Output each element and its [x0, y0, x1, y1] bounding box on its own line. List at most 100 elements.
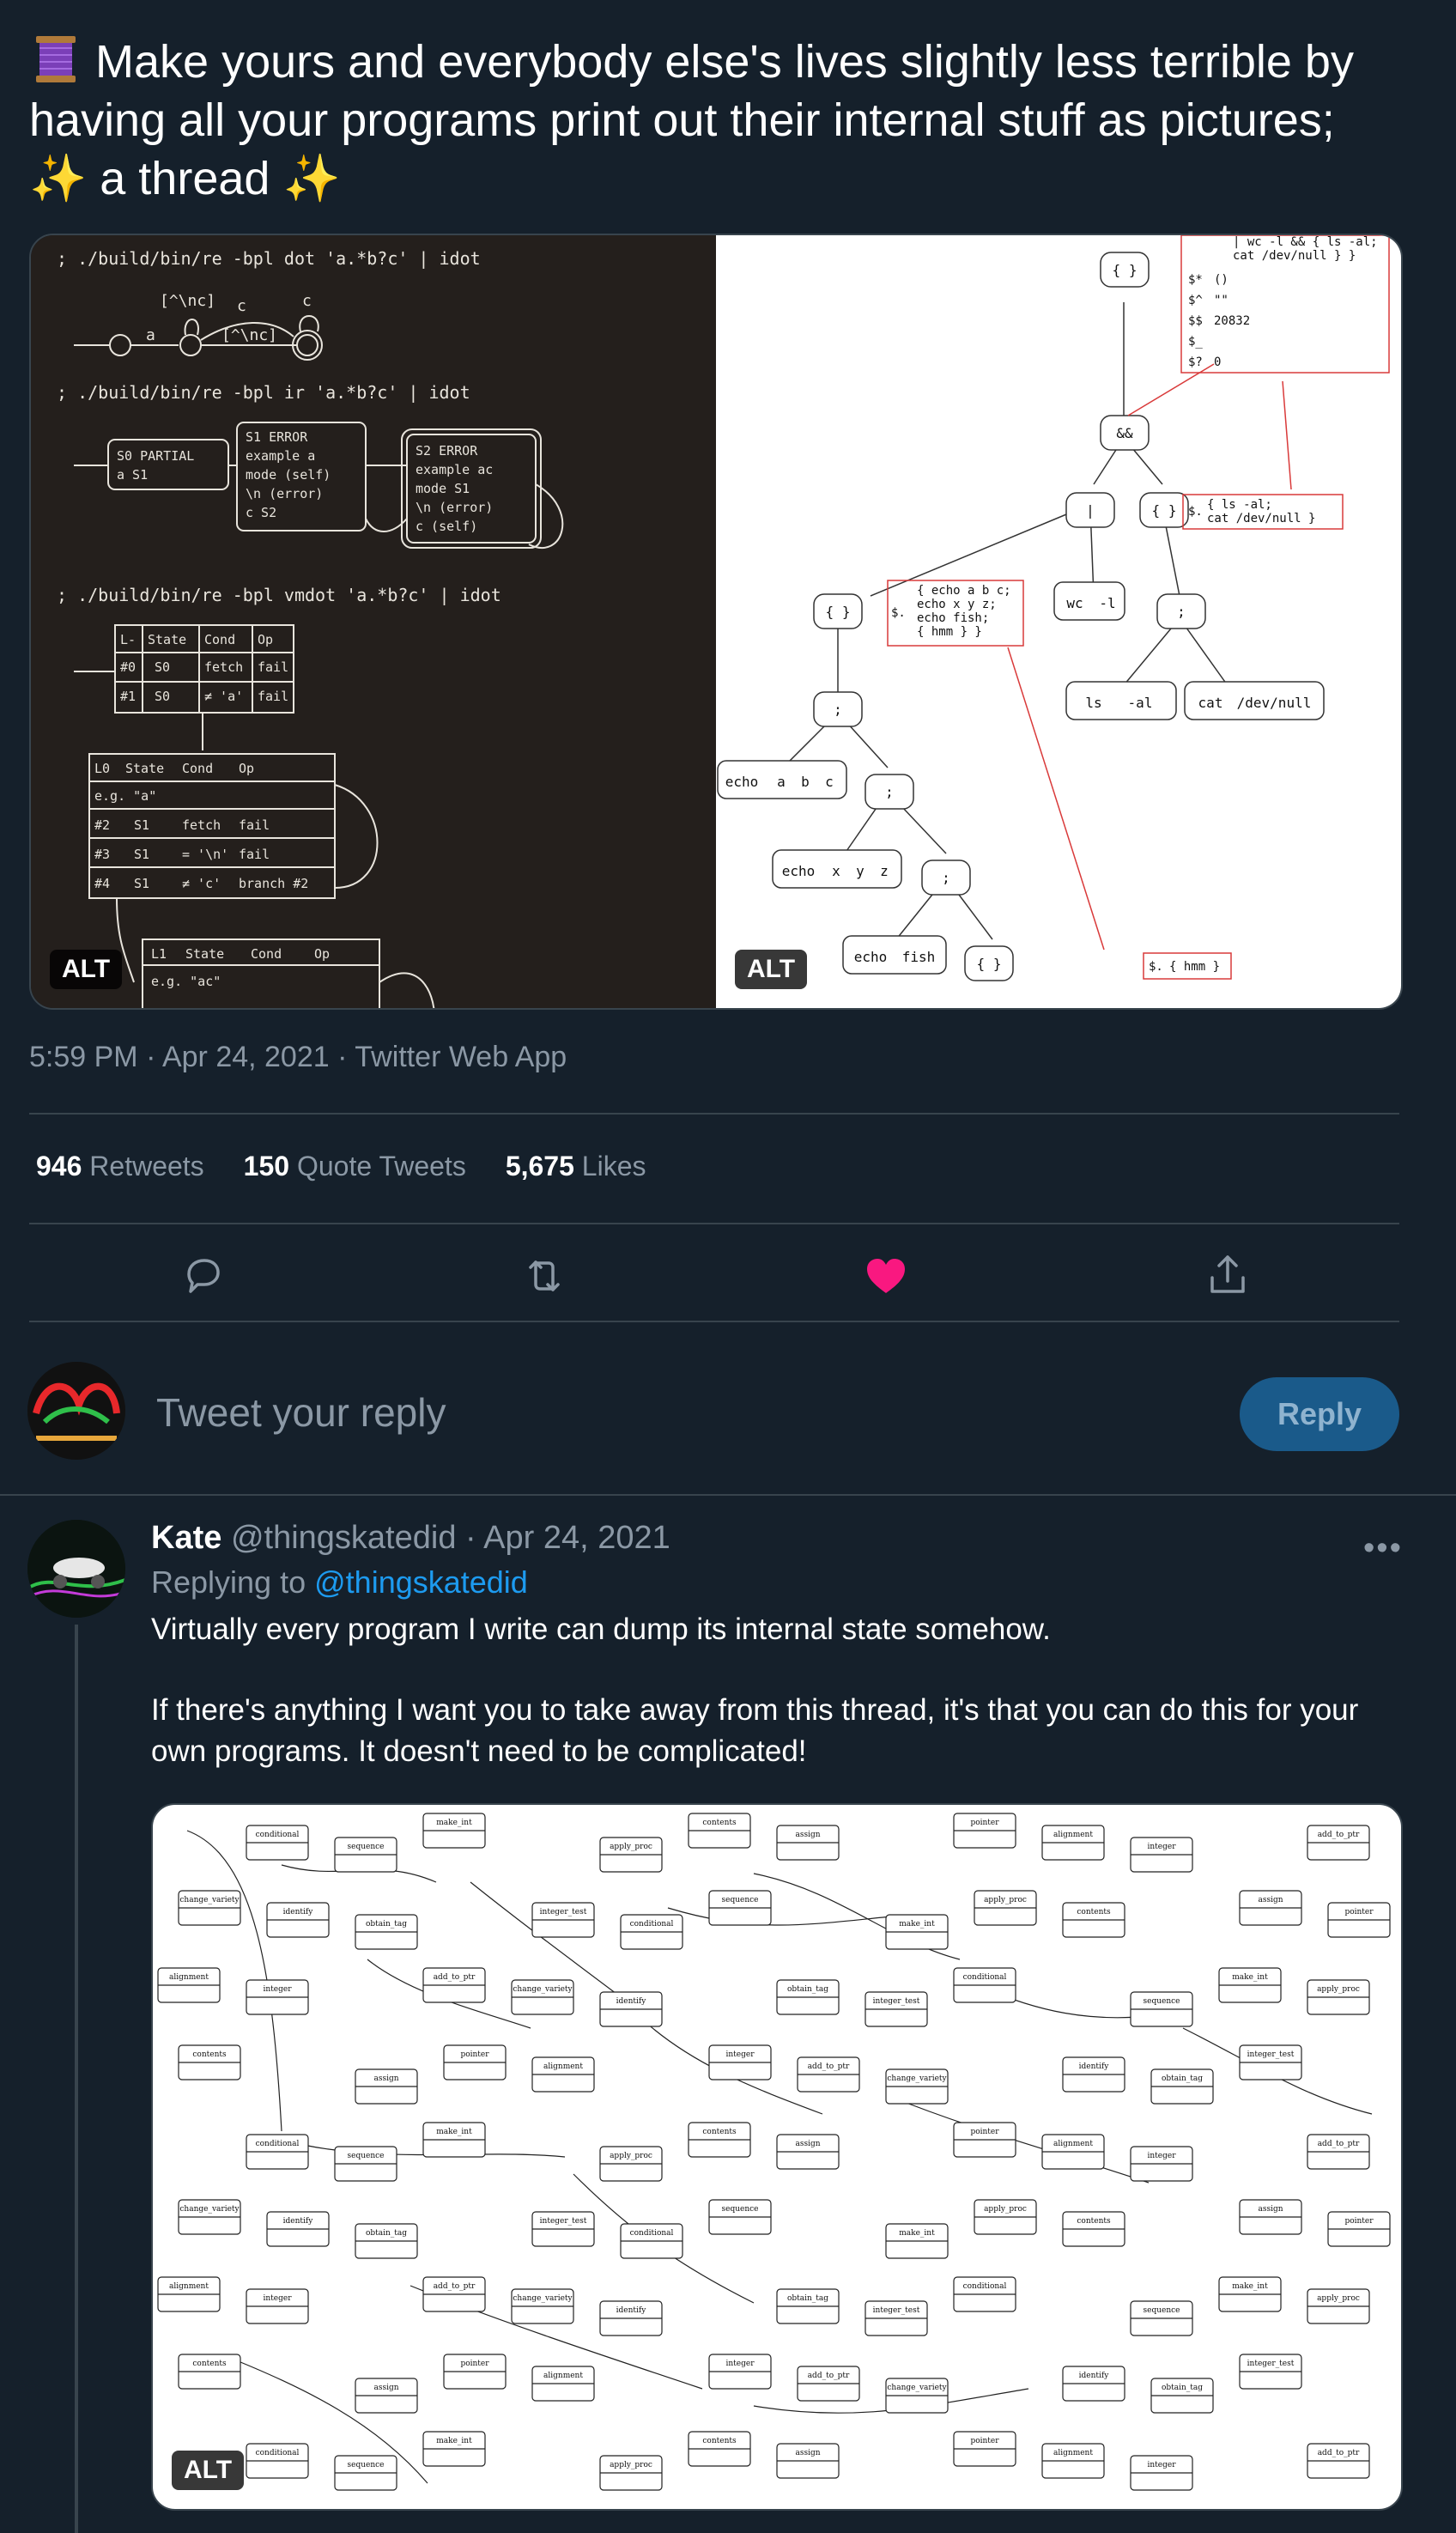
- graph-node-label: identify: [616, 2306, 647, 2315]
- graph-node-label: integer: [1147, 2152, 1176, 2160]
- divider: [29, 1113, 1399, 1115]
- replying-handle[interactable]: @thingskatedid: [314, 1564, 528, 1600]
- more-options-icon[interactable]: •••: [1363, 1530, 1403, 1567]
- retweets-label: Retweets: [89, 1151, 204, 1181]
- vm2-cell: #4: [94, 876, 110, 891]
- ast-node: ;: [885, 784, 894, 800]
- vm2-cell: branch #2: [239, 876, 308, 891]
- graph-node-label: change_variety: [887, 2074, 947, 2083]
- hmm-text: { hmm }: [1169, 960, 1220, 974]
- ast-node: ;: [834, 702, 842, 718]
- vm3-example: e.g. "ac": [151, 974, 221, 989]
- vm3-header: L1: [151, 946, 167, 962]
- dfa-label: c: [237, 297, 246, 315]
- reply-media[interactable]: conditional sequence make_int apply_proccon…: [151, 1803, 1403, 2511]
- graph-node-label: alignment: [169, 1973, 209, 1982]
- graph-node-label: pointer: [970, 1819, 999, 1827]
- likes-stat[interactable]: 5,675 Likes: [506, 1151, 646, 1182]
- graph-node-label: apply_proc: [610, 1843, 652, 1851]
- vm3-header: Op: [314, 946, 330, 962]
- vm2-cell: S1: [134, 847, 149, 862]
- retweets-stat[interactable]: 946 Retweets: [36, 1151, 204, 1182]
- graph-node-label: make_int: [436, 1819, 472, 1827]
- replying-to: Replying to @thingskatedid: [151, 1564, 528, 1601]
- vm2-cell: fail: [239, 847, 270, 862]
- var-name: $^: [1188, 294, 1203, 307]
- leaf-label: a: [777, 774, 786, 790]
- ir-s0-line: a S1: [117, 467, 148, 483]
- graph-node-label: sequence: [722, 1896, 759, 1904]
- graph-node-label: integer_test: [540, 1908, 587, 1916]
- leaf-label: echo: [782, 863, 816, 879]
- graph-node-label: make_int: [899, 1920, 935, 1929]
- graph-node-label: change_variety: [513, 2294, 573, 2303]
- media-image-right[interactable]: { } && | { } { } ; ; ; ; { } wc -l ls -a…: [716, 235, 1401, 1008]
- dfa-label: c: [302, 292, 312, 310]
- dollar-label: $.: [1188, 505, 1203, 519]
- graph-node-label: obtain_tag: [787, 1985, 828, 1994]
- graph-node-label: obtain_tag: [787, 2294, 828, 2303]
- graph-node-label: conditional: [630, 1920, 674, 1929]
- graph-node-label: make_int: [899, 2229, 935, 2238]
- ir-s2-line: \n (error): [416, 500, 493, 515]
- graph-node-label: sequence: [348, 2461, 385, 2469]
- graph-node-label: apply_proc: [984, 1896, 1027, 1904]
- avatar[interactable]: [27, 1520, 125, 1618]
- graph-node-label: conditional: [256, 2449, 300, 2457]
- heart-icon[interactable]: [860, 1250, 912, 1302]
- ast-node: { }: [1113, 262, 1138, 278]
- command-ir: ; ./build/bin/re -bpl ir 'a.*b?c' | idot: [57, 382, 470, 403]
- divider: [29, 1321, 1399, 1322]
- ir-s1-line: \n (error): [246, 486, 323, 501]
- tweet-timestamp[interactable]: 5:59 PM · Apr 24, 2021 · Twitter Web App: [29, 1041, 567, 1074]
- reply-input[interactable]: Tweet your reply: [156, 1389, 446, 1436]
- retweet-icon[interactable]: [519, 1250, 570, 1302]
- graph-node-label: sequence: [348, 1843, 385, 1851]
- leaf-label: fish: [902, 949, 936, 965]
- reply-button[interactable]: Reply: [1240, 1377, 1399, 1451]
- reply-date[interactable]: · Apr 24, 2021: [465, 1520, 670, 1556]
- author-name[interactable]: Kate: [151, 1520, 221, 1556]
- vm2-cell: #3: [94, 847, 110, 862]
- graph-node-label: integer: [1147, 1843, 1176, 1851]
- replying-prefix: Replying to: [151, 1564, 306, 1600]
- quote-tweets-stat[interactable]: 150 Quote Tweets: [244, 1151, 466, 1182]
- vm2-cell: fail: [239, 817, 270, 833]
- leaf-label: z: [880, 863, 889, 879]
- graph-node-label: add_to_ptr: [808, 2062, 850, 2071]
- retweets-count: 946: [36, 1151, 82, 1181]
- author-handle[interactable]: @thingskatedid: [231, 1520, 457, 1556]
- graph-node-label: sequence: [1144, 1997, 1180, 2006]
- vm1-cell: #0: [120, 659, 136, 675]
- spool-of-thread-icon: [29, 34, 82, 84]
- graph-node-label: integer: [725, 2050, 755, 2059]
- avatar[interactable]: [27, 1362, 125, 1460]
- graph-node-label: assign: [795, 2449, 820, 2457]
- echo-text: { echo a b c;: [917, 584, 1011, 598]
- var-value: (): [1214, 273, 1228, 287]
- graph-node-label: alignment: [1053, 2449, 1093, 2457]
- var-name: $?: [1188, 355, 1203, 369]
- vm1-cell: fail: [258, 659, 288, 675]
- share-icon[interactable]: [1202, 1250, 1253, 1302]
- var-name: $_: [1188, 335, 1203, 349]
- reply-compose: Tweet your reply Reply: [0, 1339, 1456, 1494]
- alt-badge[interactable]: ALT: [50, 950, 123, 989]
- vm1-cell: ≠ 'a': [204, 689, 243, 704]
- var-value: "": [1214, 294, 1228, 307]
- graph-node-label: contents: [702, 2437, 737, 2445]
- likes-label: Likes: [581, 1151, 646, 1181]
- thread-line: [75, 1625, 78, 2533]
- graph-node-label: alignment: [169, 2282, 209, 2291]
- ast-node: |: [1086, 502, 1095, 519]
- vm2-header: Cond: [182, 761, 213, 776]
- graph-node-label: assign: [373, 2384, 398, 2392]
- graph-node-label: conditional: [256, 2140, 300, 2148]
- ast-node: { }: [977, 956, 1002, 972]
- var-name: $$: [1188, 314, 1203, 328]
- alt-badge[interactable]: ALT: [735, 950, 808, 989]
- comment-icon[interactable]: [177, 1250, 228, 1302]
- media-image-left[interactable]: ; ./build/bin/re -bpl dot 'a.*b?c' | ido…: [31, 235, 716, 1008]
- graph-node-label: alignment: [543, 2372, 583, 2380]
- alt-badge[interactable]: ALT: [172, 2451, 245, 2490]
